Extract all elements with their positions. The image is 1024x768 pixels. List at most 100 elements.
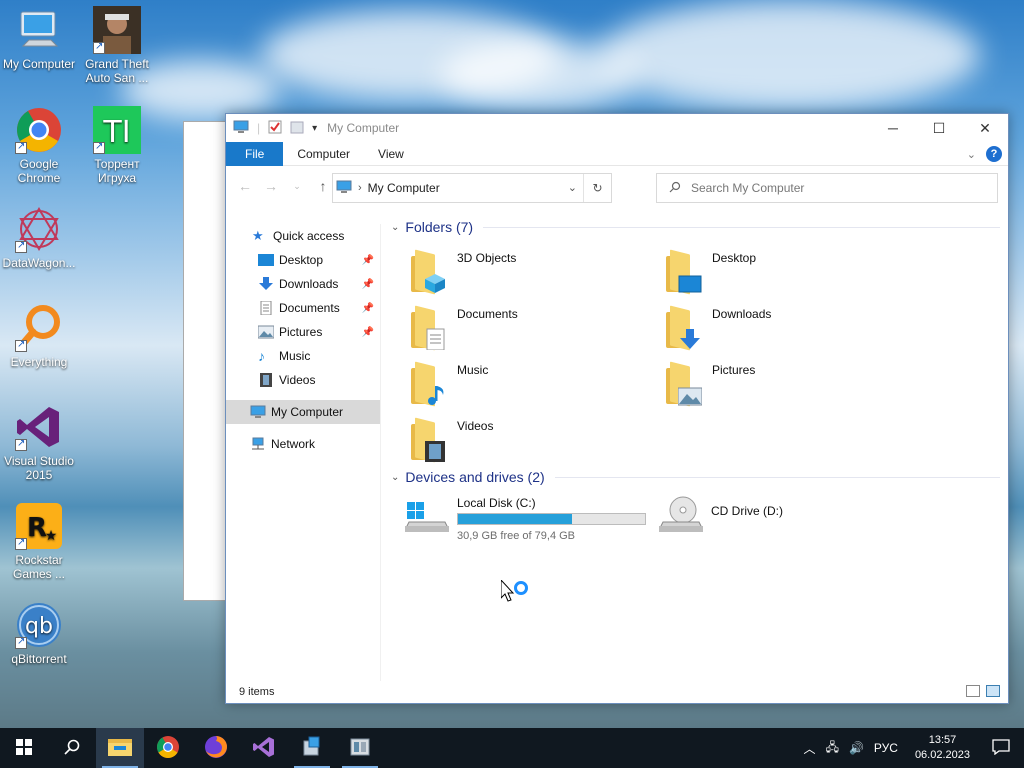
tab-file[interactable]: File [226, 141, 284, 166]
group-title: Folders (7) [405, 219, 474, 235]
search-button[interactable] [48, 728, 96, 768]
chevron-down-icon[interactable]: ⌄ [568, 181, 577, 194]
search-placeholder: Search My Computer [691, 181, 805, 195]
details-view-icon[interactable] [966, 685, 980, 697]
nav-item-desktop[interactable]: Desktop 📌 [226, 248, 380, 272]
desktop-icon-datawagon[interactable]: DataWagon... [0, 205, 78, 270]
search-icon [64, 739, 80, 758]
nav-item-music[interactable]: ♪ Music [226, 344, 380, 368]
tab-view[interactable]: View [364, 142, 418, 166]
clock[interactable]: 13:57 06.02.2023 [903, 733, 982, 763]
folder-music[interactable]: Music [411, 360, 661, 410]
network-icon[interactable]: 🖧 [821, 738, 844, 759]
desktop-icon-label: My Computer [2, 57, 76, 71]
nav-item-pictures[interactable]: Pictures 📌 [226, 320, 380, 344]
pin-icon[interactable]: 📌 [362, 255, 374, 266]
computer-icon [15, 6, 63, 54]
drive-cd-d[interactable]: CD Drive (D:) [658, 496, 783, 534]
search-box[interactable]: Search My Computer [656, 173, 998, 203]
folder-icon [108, 737, 132, 760]
folder-documents[interactable]: Documents [411, 304, 661, 354]
computer-icon [336, 180, 352, 197]
ribbon: File Computer View ⌄ ? [226, 141, 1008, 166]
desktop-icon-gta[interactable]: Grand Theft Auto San ... [78, 6, 156, 85]
drive-local-disk-c[interactable]: Local Disk (C:) 30,9 GB free of 79,4 GB [404, 496, 646, 542]
new-folder-icon[interactable] [290, 120, 304, 137]
nav-item-videos[interactable]: Videos [226, 368, 380, 392]
desktop-icon-rockstar[interactable]: R★ Rockstar Games ... [0, 502, 78, 581]
taskbar-firefox[interactable] [192, 728, 240, 768]
toolbar-separator: | [257, 121, 261, 135]
chevron-up-icon[interactable]: ︿ [799, 740, 821, 757]
customize-toolbar-icon[interactable]: ▾ [312, 123, 317, 134]
tab-computer[interactable]: Computer [283, 142, 364, 166]
windows-logo-icon [16, 738, 32, 758]
taskbar-visual-studio[interactable] [240, 728, 288, 768]
gta-icon [93, 6, 141, 54]
close-icon[interactable]: ✕ [962, 114, 1008, 142]
taskbar-chrome[interactable] [144, 728, 192, 768]
address-bar[interactable]: › My Computer ⌄ ↻ [332, 173, 612, 203]
svg-text:TI: TI [102, 115, 130, 150]
cd-drive-icon [658, 496, 704, 534]
recent-locations-icon[interactable]: ⌄ [286, 181, 308, 192]
nav-my-computer[interactable]: My Computer [226, 400, 380, 424]
desktop-icon-chrome[interactable]: Google Chrome [0, 106, 78, 185]
chevron-down-icon[interactable]: ⌄ [391, 222, 399, 233]
nav-label: Downloads [279, 277, 339, 291]
title-bar[interactable]: | ▾ My Computer ─ ☐ ✕ [226, 114, 1008, 142]
minimize-icon[interactable]: ─ [870, 114, 916, 142]
desktop-folder-icon [666, 249, 702, 295]
volume-icon[interactable]: 🔊 [844, 741, 869, 755]
folder-pictures[interactable]: Pictures [666, 360, 916, 410]
torrent-igruha-icon: TI [93, 106, 141, 154]
group-title: Devices and drives (2) [405, 469, 545, 485]
folder-name: Documents [457, 307, 518, 321]
music-folder-icon [411, 361, 447, 407]
chevron-right-icon[interactable]: › [358, 182, 362, 194]
nav-item-downloads[interactable]: Downloads 📌 [226, 272, 380, 296]
desktop-icon-qbittorrent[interactable]: qb qBittorrent [0, 601, 78, 666]
shortcut-arrow-icon [15, 239, 27, 253]
back-arrow-icon[interactable]: ← [234, 178, 256, 194]
divider [554, 476, 1000, 478]
nav-network[interactable]: Network [226, 432, 380, 456]
taskbar-control-panel[interactable] [336, 728, 384, 768]
nav-item-documents[interactable]: Documents 📌 [226, 296, 380, 320]
devices-group-header[interactable]: ⌄ Devices and drives (2) [391, 464, 1000, 490]
address-text[interactable]: My Computer [368, 181, 440, 195]
up-arrow-icon[interactable]: ↑ [312, 178, 334, 194]
language-indicator[interactable]: РУС [869, 741, 903, 755]
drive-name: CD Drive (D:) [711, 504, 783, 518]
refresh-icon[interactable]: ↻ [583, 174, 611, 202]
rockstar-icon: R ★ [15, 502, 63, 550]
pin-icon[interactable]: 📌 [362, 327, 374, 338]
pin-icon[interactable]: 📌 [362, 279, 374, 290]
folder-videos[interactable]: Videos [411, 416, 661, 466]
folders-group-header[interactable]: ⌄ Folders (7) [391, 214, 1000, 240]
maximize-icon[interactable]: ☐ [916, 114, 962, 142]
folder-desktop[interactable]: Desktop [666, 248, 916, 298]
desktop-icon-torrent-igruha[interactable]: TI Торрент Игруха [78, 106, 156, 185]
content-pane: ⌄ Folders (7) 3D Objects Desktop Documen… [391, 214, 1000, 681]
folder-3d-objects[interactable]: 3D Objects [411, 248, 661, 298]
help-icon[interactable]: ? [986, 146, 1002, 162]
svg-text:★: ★ [45, 528, 58, 544]
pin-icon[interactable]: 📌 [362, 303, 374, 314]
start-button[interactable] [0, 728, 48, 768]
nav-quick-access[interactable]: ★ Quick access [226, 224, 380, 248]
expand-ribbon-icon[interactable]: ⌄ [967, 148, 976, 161]
taskbar: ︿ 🖧 🔊 РУС 13:57 06.02.2023 [0, 728, 1024, 768]
desktop-icon-my-computer[interactable]: My Computer [0, 6, 78, 71]
forward-arrow-icon[interactable]: → [260, 178, 282, 194]
shortcut-arrow-icon [93, 140, 105, 154]
notification-icon[interactable] [982, 738, 1024, 758]
folder-downloads[interactable]: Downloads [666, 304, 916, 354]
large-icons-view-icon[interactable] [986, 685, 1000, 697]
desktop-icon-everything[interactable]: Everything [0, 304, 78, 369]
properties-icon[interactable] [268, 120, 282, 137]
chevron-down-icon[interactable]: ⌄ [391, 472, 399, 483]
taskbar-app-installer[interactable] [288, 728, 336, 768]
taskbar-file-explorer[interactable] [96, 728, 144, 768]
desktop-icon-visual-studio[interactable]: Visual Studio 2015 [0, 403, 78, 482]
